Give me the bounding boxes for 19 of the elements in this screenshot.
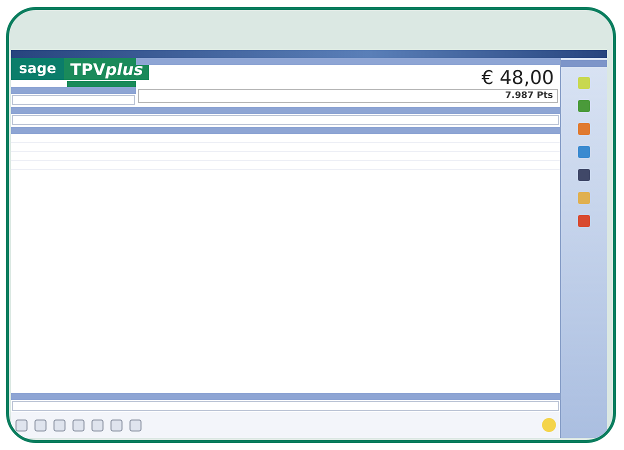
tool-icon[interactable] [577, 168, 591, 182]
tool-icon[interactable] [577, 99, 591, 113]
toolbar-icon[interactable] [72, 418, 85, 432]
tool-icon[interactable] [577, 145, 591, 159]
toolbar-icon[interactable] [34, 418, 47, 432]
input-field[interactable] [12, 115, 559, 125]
toolbar-icon[interactable] [15, 418, 28, 432]
tool-icon[interactable] [577, 214, 591, 228]
brand-logo: sage [11, 58, 64, 80]
toolbar-icon[interactable] [129, 418, 142, 432]
total-pesetas: 7.987 Pts [138, 89, 558, 103]
panel-header [561, 60, 607, 67]
logo-strip [67, 80, 136, 87]
toolbar-icon[interactable] [110, 418, 123, 432]
input-field[interactable] [12, 401, 559, 411]
toolbar-icon[interactable] [53, 418, 66, 432]
input-field[interactable] [12, 95, 135, 105]
product-logo: TPVplus [64, 58, 150, 80]
toolbar-icon[interactable] [91, 418, 104, 432]
